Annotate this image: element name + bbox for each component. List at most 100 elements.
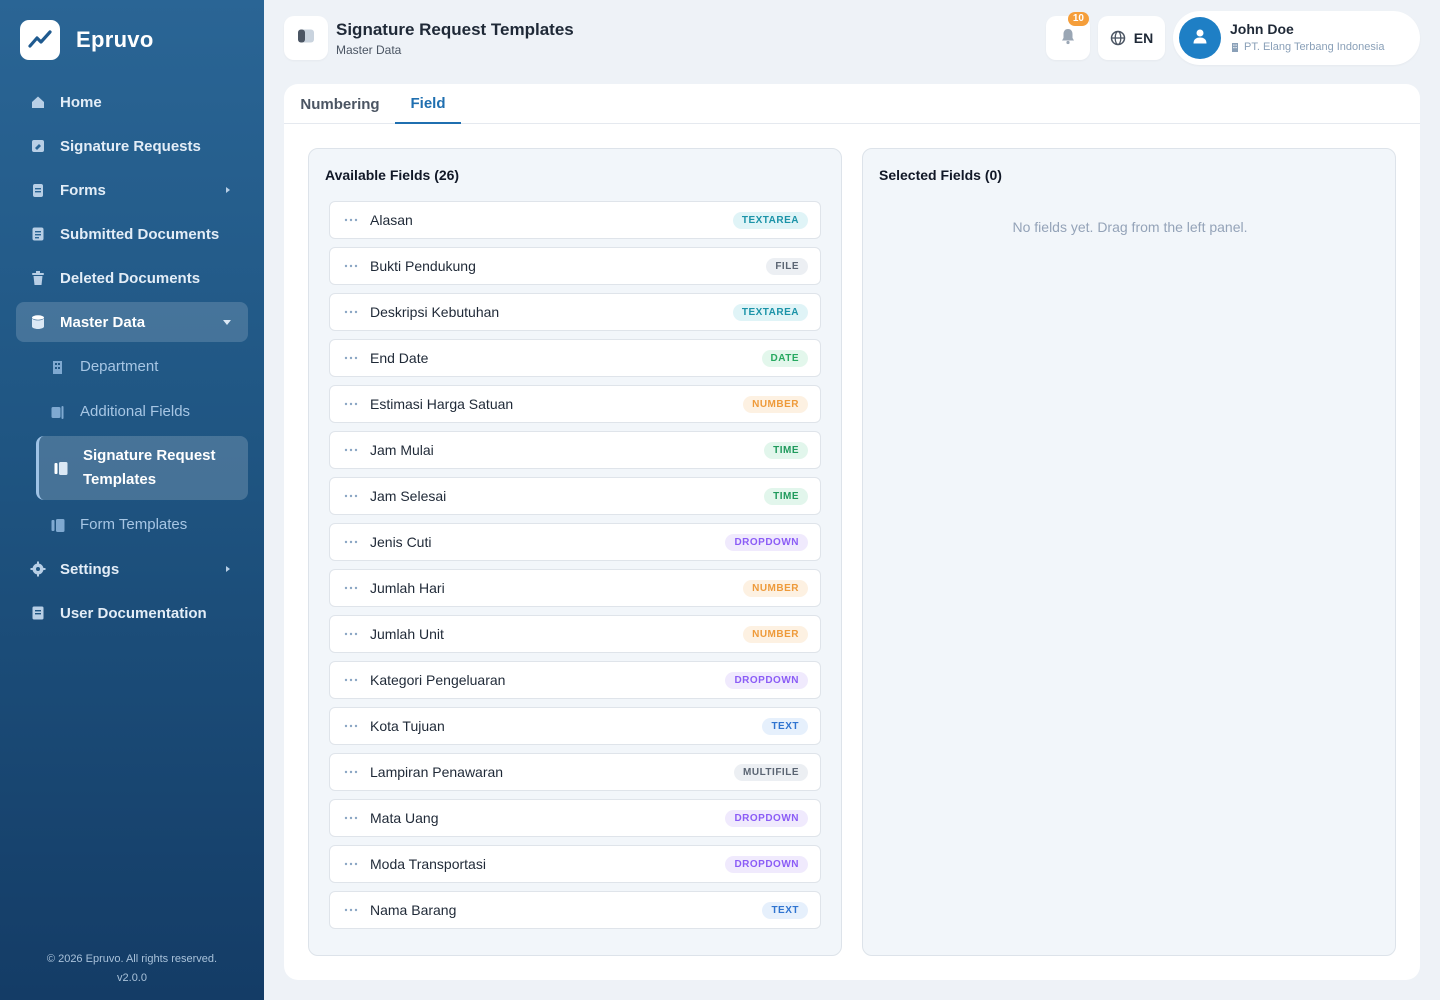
field-type-badge: TIME <box>764 442 808 459</box>
drag-handle-icon[interactable] <box>344 540 358 544</box>
field-type-badge: DROPDOWN <box>725 534 808 551</box>
sidebar-item-form-templates[interactable]: Form Templates <box>36 504 248 545</box>
field-name: Nama Barang <box>370 902 457 918</box>
selected-fields-title: Selected Fields (0) <box>879 167 1002 183</box>
drag-handle-icon[interactable] <box>344 586 358 590</box>
sidebar-nav: Home Signature Requests Forms Submitted … <box>16 82 248 637</box>
field-item[interactable]: Jumlah Unit NUMBER <box>329 615 821 653</box>
drag-handle-icon[interactable] <box>344 724 358 728</box>
field-item[interactable]: Lampiran Penawaran MULTIFILE <box>329 753 821 791</box>
language-switcher[interactable]: EN <box>1098 16 1165 60</box>
brand-logo-icon <box>20 20 60 60</box>
field-item[interactable]: Estimasi Harga Satuan NUMBER <box>329 385 821 423</box>
drag-handle-icon[interactable] <box>344 310 358 314</box>
field-type-badge: DROPDOWN <box>725 856 808 873</box>
drag-handle-icon[interactable] <box>344 770 358 774</box>
sidebar-item-additional-fields[interactable]: Additional Fields <box>36 391 248 432</box>
field-type-badge: DATE <box>761 350 808 367</box>
sidebar-toggle-icon <box>297 28 315 49</box>
field-name: Jumlah Hari <box>370 580 445 596</box>
sidebar-item-deleted-documents[interactable]: Deleted Documents <box>16 258 248 298</box>
drag-handle-icon[interactable] <box>344 632 358 636</box>
clipboard-icon <box>30 182 46 198</box>
field-name: Jumlah Unit <box>370 626 444 642</box>
tab-numbering[interactable]: Numbering <box>284 84 396 124</box>
field-item[interactable]: Kota Tujuan TEXT <box>329 707 821 745</box>
sidebar-item-signature-request-templates[interactable]: Signature Request Templates <box>36 436 248 500</box>
field-type-badge: TEXTAREA <box>732 304 808 321</box>
sidebar-footer: © 2026 Epruvo. All rights reserved. v2.0… <box>0 950 264 988</box>
available-fields-list: Alasan TEXTAREA Bukti Pendukung FILE Deskrip… <box>329 201 821 937</box>
field-item[interactable]: Jam Mulai TIME <box>329 431 821 469</box>
tab-bar: Numbering Field <box>284 84 1420 124</box>
sidebar-item-home[interactable]: Home <box>16 82 248 122</box>
field-item[interactable]: Alasan TEXTAREA <box>329 201 821 239</box>
brand[interactable]: Epruvo <box>20 20 154 60</box>
field-item[interactable]: Jam Selesai TIME <box>329 477 821 515</box>
user-organization-label: PT. Elang Terbang Indonesia <box>1244 41 1385 53</box>
field-item[interactable]: Nama Barang TEXT <box>329 891 821 929</box>
sidebar-item-label: Forms <box>60 181 106 199</box>
empty-state-message: No fields yet. Drag from the left panel. <box>1012 219 1248 235</box>
sidebar-item-user-documentation[interactable]: User Documentation <box>16 593 248 633</box>
sidebar-item-department[interactable]: Department <box>36 346 248 387</box>
field-type-badge: NUMBER <box>743 396 808 413</box>
drag-handle-icon[interactable] <box>344 816 358 820</box>
field-name: Estimasi Harga Satuan <box>370 396 514 412</box>
user-icon <box>1191 27 1209 50</box>
sidebar-item-label: Settings <box>60 560 120 578</box>
sidebar-toggle-button[interactable] <box>284 16 328 60</box>
selected-fields-panel[interactable]: Selected Fields (0) No fields yet. Drag … <box>862 148 1396 956</box>
field-item[interactable]: End Date DATE <box>329 339 821 377</box>
sidebar-item-master-data[interactable]: Master Data <box>16 302 248 342</box>
chevron-right-icon <box>224 170 232 210</box>
page-subtitle: Master Data <box>336 43 402 57</box>
drag-handle-icon[interactable] <box>344 448 358 452</box>
drag-handle-icon[interactable] <box>344 264 358 268</box>
user-organization: PT. Elang Terbang Indonesia <box>1230 41 1384 53</box>
field-name: Alasan <box>370 212 413 228</box>
field-item[interactable]: Deskripsi Kebutuhan TEXTAREA <box>329 293 821 331</box>
field-type-badge: NUMBER <box>743 580 808 597</box>
sidebar-item-submitted-documents[interactable]: Submitted Documents <box>16 214 248 254</box>
sidebar-item-label: Deleted Documents <box>60 269 201 287</box>
sidebar-item-settings[interactable]: Settings <box>16 549 248 589</box>
drag-handle-icon[interactable] <box>344 908 358 912</box>
drag-handle-icon[interactable] <box>344 494 358 498</box>
sidebar-item-signature-requests[interactable]: Signature Requests <box>16 126 248 166</box>
drag-handle-icon[interactable] <box>344 678 358 682</box>
sidebar-item-label: Home <box>60 93 102 111</box>
brand-name: Epruvo <box>76 27 154 52</box>
drag-handle-icon[interactable] <box>344 402 358 406</box>
home-icon <box>30 94 46 110</box>
notifications-button[interactable]: 10 <box>1046 12 1090 60</box>
field-item[interactable]: Moda Transportasi DROPDOWN <box>329 845 821 883</box>
field-name: End Date <box>370 350 429 366</box>
field-type-badge: DROPDOWN <box>725 810 808 827</box>
field-item[interactable]: Jumlah Hari NUMBER <box>329 569 821 607</box>
building-icon <box>50 359 66 375</box>
avatar <box>1179 17 1221 59</box>
field-type-badge: MULTIFILE <box>734 764 808 781</box>
field-type-badge: TEXTAREA <box>732 212 808 229</box>
globe-icon <box>1110 30 1126 46</box>
field-type-badge: TEXT <box>762 902 808 919</box>
field-item[interactable]: Bukti Pendukung FILE <box>329 247 821 285</box>
field-name: Jam Selesai <box>370 488 447 504</box>
field-item[interactable]: Kategori Pengeluaran DROPDOWN <box>329 661 821 699</box>
sidebar-item-label: Department <box>80 358 159 375</box>
field-item[interactable]: Jenis Cuti DROPDOWN <box>329 523 821 561</box>
field-name: Lampiran Penawaran <box>370 764 504 780</box>
sidebar-item-label: Additional Fields <box>80 403 191 420</box>
user-menu[interactable]: John Doe PT. Elang Terbang Indonesia <box>1173 11 1420 65</box>
drag-handle-icon[interactable] <box>344 862 358 866</box>
database-icon <box>30 314 46 330</box>
drag-handle-icon[interactable] <box>344 218 358 222</box>
drag-handle-icon[interactable] <box>344 356 358 360</box>
field-name: Kategori Pengeluaran <box>370 672 506 688</box>
tab-field[interactable]: Field <box>395 84 461 124</box>
main-card: Numbering Field Available Fields (26) Al… <box>284 84 1420 980</box>
sidebar-item-forms[interactable]: Forms <box>16 170 248 210</box>
sidebar-item-label: User Documentation <box>60 604 207 622</box>
field-item[interactable]: Mata Uang DROPDOWN <box>329 799 821 837</box>
